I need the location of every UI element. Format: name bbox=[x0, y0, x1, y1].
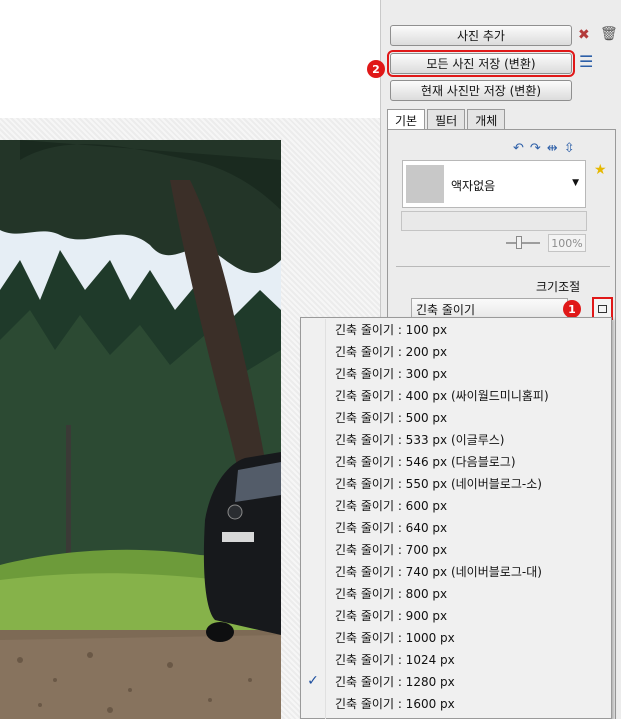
tab-filter[interactable]: 필터 bbox=[427, 109, 466, 130]
dropdown-item-label: 긴축 줄이기 : 1024 px bbox=[335, 652, 455, 667]
dropdown-item-label: 긴축 줄이기 : 740 px (네이버블로그-대) bbox=[335, 564, 542, 579]
dropdown-item-label: 긴축 줄이기 : 300 px bbox=[335, 366, 448, 381]
checkmark-icon: ✓ bbox=[307, 673, 319, 689]
frame-thumbnail bbox=[406, 165, 444, 203]
flip-horizontal-icon[interactable]: ⇹ bbox=[547, 141, 558, 156]
save-all-button[interactable]: 모든 사진 저장 (변환) bbox=[387, 50, 575, 77]
dropdown-item-label: 긴축 줄이기 : 546 px (다음블로그) bbox=[335, 454, 516, 469]
dropdown-arrow-icon: ▼ bbox=[572, 178, 579, 188]
resize-dropdown-list[interactable]: 긴축 줄이기 : 100 px 긴축 줄이기 : 200 px 긴축 줄이기 : 3… bbox=[300, 317, 612, 719]
dropdown-item-label: 긴축 줄이기 : 533 px (이글루스) bbox=[335, 432, 505, 447]
canvas-top-area bbox=[0, 0, 380, 22]
transform-toolbar: ↶ ↷ ⇹ ⇳ bbox=[513, 141, 575, 156]
dropdown-item-label: 긴축 줄이기 : 600 px bbox=[335, 498, 448, 513]
dropdown-item[interactable]: 긴축 줄이기 : 700 px bbox=[301, 538, 611, 560]
dropdown-item[interactable]: 긴축 줄이기 : 550 px (네이버블로그-소) bbox=[301, 472, 611, 494]
frame-option-bar bbox=[401, 211, 587, 231]
frame-select[interactable]: 액자없음 ▼ bbox=[402, 160, 586, 208]
zoom-value: 100% bbox=[548, 234, 586, 252]
divider bbox=[396, 266, 610, 267]
dropdown-item[interactable]: 긴축 줄이기 : 740 px (네이버블로그-대) bbox=[301, 560, 611, 582]
dropdown-item[interactable]: 긴축 줄이기 : 400 px (싸이월드미니홈피) bbox=[301, 384, 611, 406]
dropdown-item[interactable]: ✓ 긴축 줄이기 : 1280 px bbox=[301, 670, 611, 692]
dropdown-item[interactable]: 긴축 줄이기 : 1600 px bbox=[301, 692, 611, 714]
dropdown-item-label: 긴축 줄이기 : 1600 px bbox=[335, 696, 455, 711]
frame-select-value: 액자없음 bbox=[451, 179, 496, 193]
dropdown-item[interactable]: 긴축 줄이기 : 800 px bbox=[301, 582, 611, 604]
trash-icon[interactable]: 🗑 bbox=[600, 27, 618, 41]
dropdown-item-label: 긴축 줄이기 : 1000 px bbox=[335, 630, 455, 645]
dropdown-item[interactable]: 긴축 줄이기 : 100 px bbox=[301, 318, 611, 340]
delete-icon[interactable]: ✖ bbox=[578, 28, 590, 42]
dropdown-item-label: 긴축 줄이기 : 400 px (싸이월드미니홈피) bbox=[335, 388, 549, 403]
canvas-blank-area bbox=[0, 22, 374, 118]
zoom-slider-track[interactable] bbox=[506, 242, 540, 244]
zoom-slider-handle[interactable] bbox=[516, 236, 522, 249]
tab-bar: 기본 필터 개체 bbox=[387, 109, 507, 131]
dropdown-item-label: 긴축 줄이기 : 1280 px bbox=[335, 674, 455, 689]
dropdown-item[interactable]: 긴축 줄이기 : 546 px (다음블로그) bbox=[301, 450, 611, 472]
dropdown-item[interactable]: 긴축 줄이기 : 300 px bbox=[301, 362, 611, 384]
resize-options-icon bbox=[598, 304, 607, 313]
step-badge-2: 2 bbox=[367, 60, 385, 78]
resize-label: 크기조절 bbox=[536, 280, 581, 294]
save-current-button[interactable]: 현재 사진만 저장 (변환) bbox=[390, 80, 572, 101]
tab-object[interactable]: 개체 bbox=[467, 109, 506, 130]
dropdown-item[interactable]: 긴축 줄이기 : 640 px bbox=[301, 516, 611, 538]
dropdown-item-label: 긴축 줄이기 : 200 px bbox=[335, 344, 448, 359]
dropdown-item[interactable]: 긴축 줄이기 : 1000 px bbox=[301, 626, 611, 648]
dropdown-item-label: 긴축 줄이기 : 500 px bbox=[335, 410, 448, 425]
rotate-right-icon[interactable]: ↷ bbox=[530, 141, 541, 156]
dropdown-item-label: 긴축 줄이기 : 800 px bbox=[335, 586, 448, 601]
rotate-left-icon[interactable]: ↶ bbox=[513, 141, 524, 156]
dropdown-item-label: 긴축 줄이기 : 640 px bbox=[335, 520, 448, 535]
tab-basic[interactable]: 기본 bbox=[387, 109, 426, 131]
star-icon[interactable]: ★ bbox=[594, 162, 607, 178]
dropdown-item[interactable]: 긴축 줄이기 : 600 px bbox=[301, 494, 611, 516]
dropdown-item[interactable]: 긴축 줄이기 : 900 px bbox=[301, 604, 611, 626]
dropdown-item-label: 긴축 줄이기 : 550 px (네이버블로그-소) bbox=[335, 476, 542, 491]
flip-vertical-icon[interactable]: ⇳ bbox=[564, 141, 575, 156]
dropdown-item-label: 긴축 줄이기 : 900 px bbox=[335, 608, 448, 623]
dropdown-item[interactable]: 긴축 줄이기 : 533 px (이글루스) bbox=[301, 428, 611, 450]
photo-preview[interactable] bbox=[0, 140, 281, 719]
dropdown-item[interactable]: 긴축 줄이기 : 500 px bbox=[301, 406, 611, 428]
step-badge-1: 1 bbox=[563, 300, 581, 318]
list-icon[interactable]: ☰ bbox=[579, 54, 593, 70]
dropdown-item-label: 긴축 줄이기 : 700 px bbox=[335, 542, 448, 557]
dropdown-item[interactable]: 긴축 줄이기 : 200 px bbox=[301, 340, 611, 362]
photo-image bbox=[0, 140, 281, 719]
dropdown-item-label: 긴축 줄이기 : 100 px bbox=[335, 322, 448, 337]
add-photo-button[interactable]: 사진 추가 bbox=[390, 25, 572, 46]
dropdown-item[interactable]: 긴축 줄이기 : 1024 px bbox=[301, 648, 611, 670]
